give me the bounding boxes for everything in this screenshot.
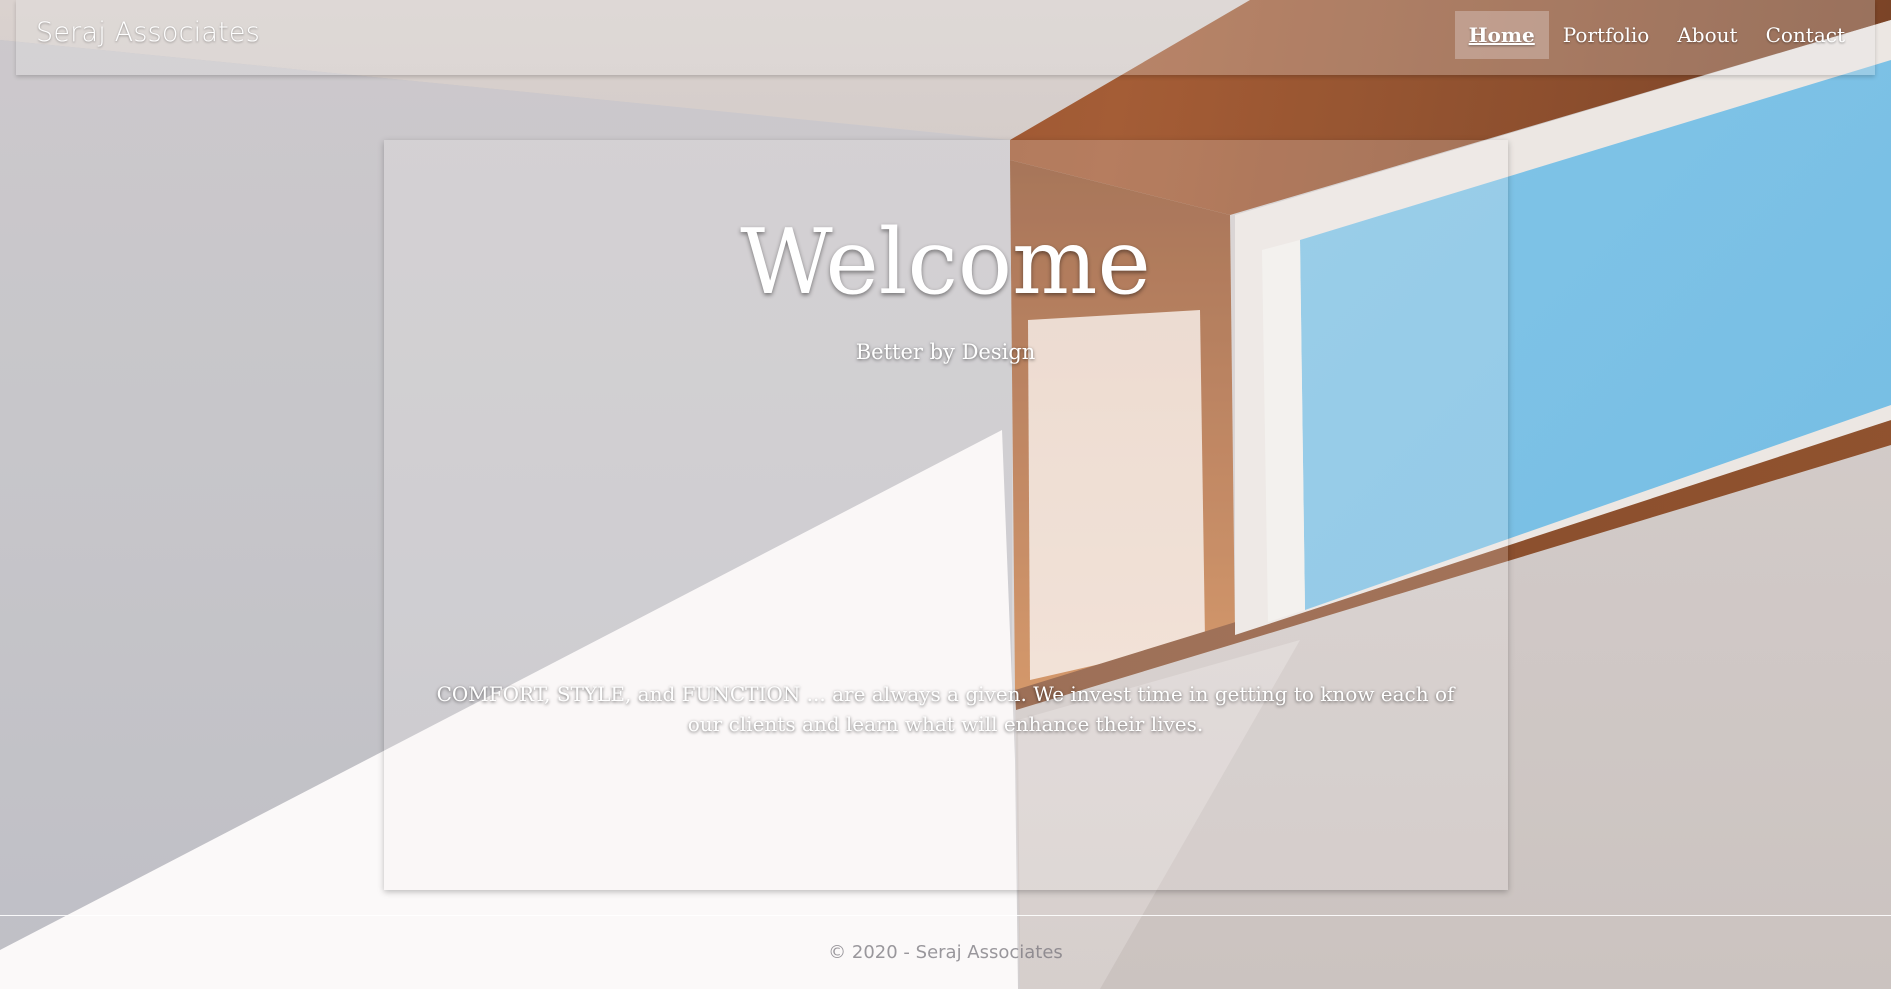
hero-subtitle: Better by Design <box>855 340 1036 364</box>
footer-divider <box>0 915 1891 916</box>
footer-copyright: © 2020 - Seraj Associates <box>828 942 1063 963</box>
hero-title: Welcome <box>740 210 1151 315</box>
nav-link-about[interactable]: About <box>1663 11 1751 59</box>
hero-body-text: COMFORT, STYLE, and FUNCTION ... are alw… <box>436 682 1455 736</box>
nav-link-home[interactable]: Home <box>1454 11 1549 59</box>
brand-link[interactable]: Seraj Associates <box>36 17 260 48</box>
nav-link-contact[interactable]: Contact <box>1752 11 1859 59</box>
nav-link-portfolio[interactable]: Portfolio <box>1549 11 1664 59</box>
main-nav: Home Portfolio About Contact <box>1454 11 1859 59</box>
top-navbar: Seraj Associates Home Portfolio About Co… <box>16 0 1875 75</box>
